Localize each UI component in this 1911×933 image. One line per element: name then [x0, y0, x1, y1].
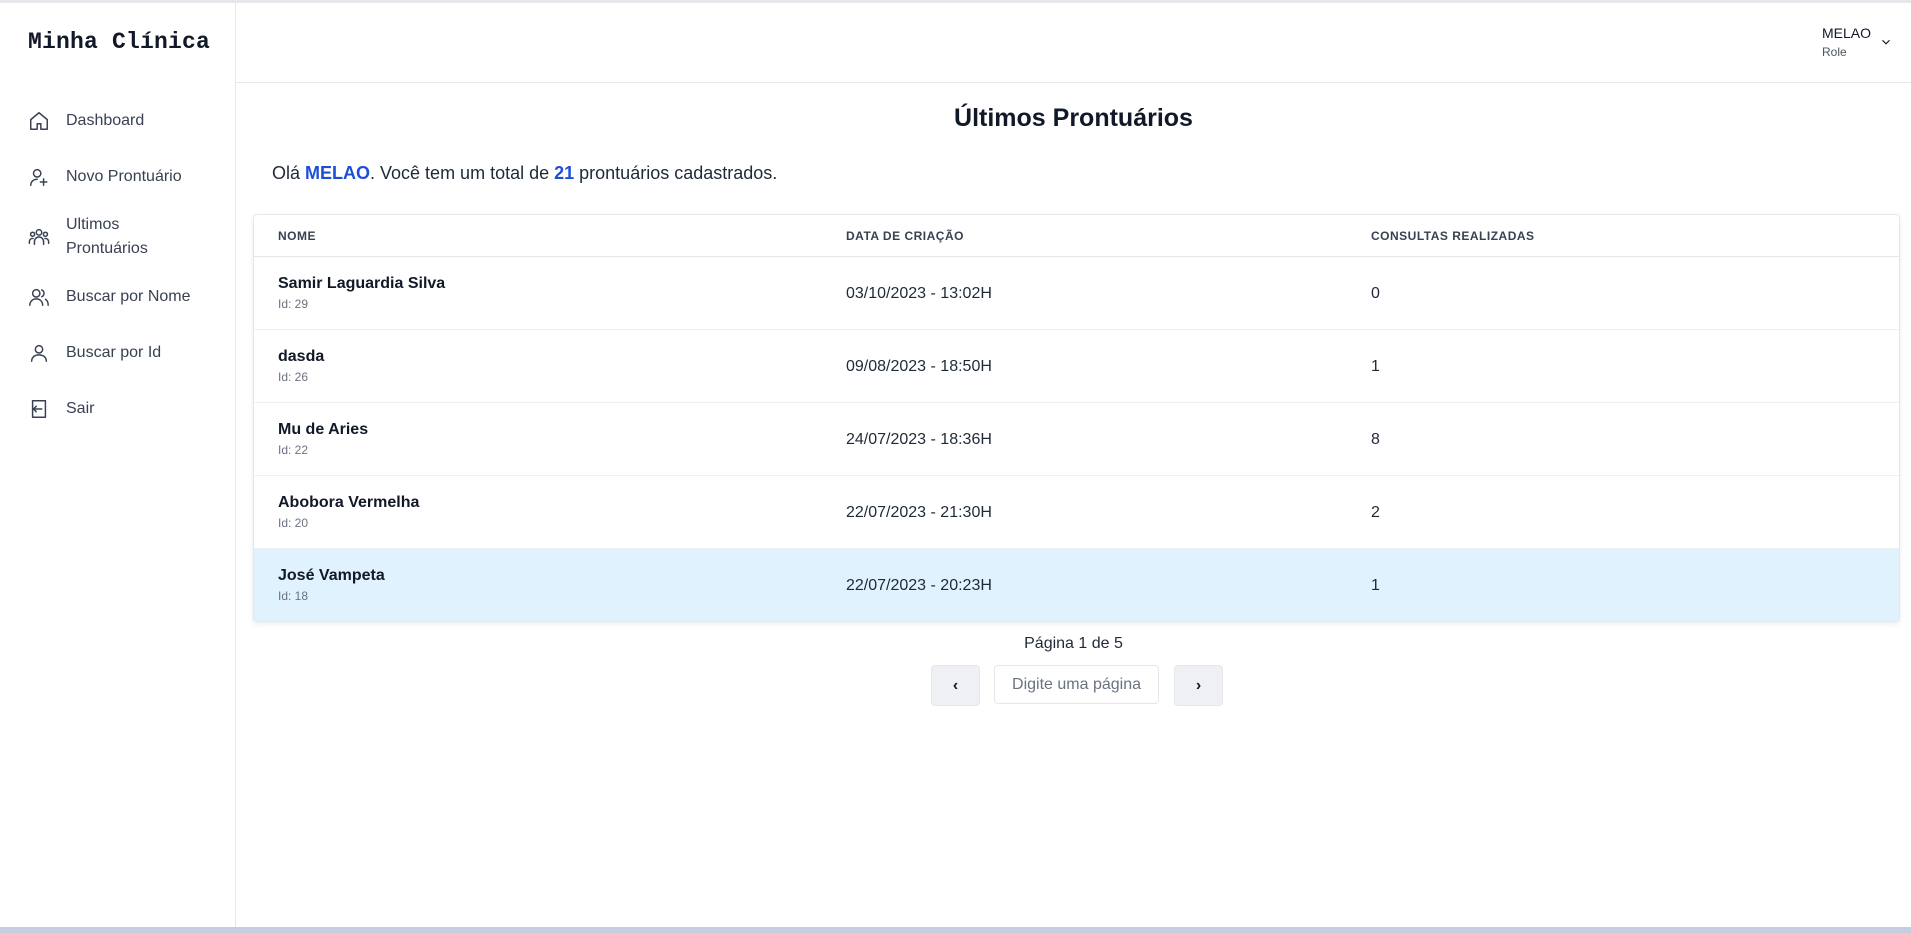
users-group-icon	[28, 226, 50, 248]
sidebar-item-label: Sair	[66, 400, 95, 417]
logout-icon	[28, 398, 50, 420]
table-header: NOME DATA DE CRIAÇÃO CONSULTAS REALIZADA…	[254, 215, 1899, 257]
prev-page-button[interactable]: ‹	[931, 665, 980, 706]
consultations-count: 8	[1371, 431, 1380, 448]
name-cell: Mu de Aries Id: 22	[278, 421, 368, 457]
patient-id: Id: 18	[278, 589, 309, 603]
patient-name: Mu de Aries	[278, 421, 369, 438]
patient-id: Id: 20	[278, 516, 309, 530]
user-icon	[28, 342, 50, 364]
sidebar-item-ultimos-prontuarios[interactable]: Ultimos Prontuários	[0, 205, 235, 269]
user-plus-icon	[28, 166, 50, 188]
name-cell: Abobora Vermelha Id: 20	[278, 494, 419, 530]
table-row[interactable]: Mu de Aries Id: 22 24/07/2023 - 18:36H 8	[254, 403, 1899, 476]
greeting-suffix: prontuários cadastrados.	[574, 163, 778, 183]
consultations-count: 0	[1371, 285, 1380, 302]
sidebar-item-label: Buscar por Id	[66, 344, 162, 361]
creation-date: 24/07/2023 - 18:36H	[846, 431, 992, 448]
chevron-right-icon: ›	[1195, 676, 1202, 694]
home-icon	[28, 110, 50, 132]
users-icon	[28, 286, 50, 308]
sidebar: Minha Clínica Dashboard Novo Prontuário …	[0, 3, 236, 927]
table-row[interactable]: Abobora Vermelha Id: 20 22/07/2023 - 21:…	[254, 476, 1899, 549]
page-number-input[interactable]	[994, 665, 1159, 704]
sidebar-item-buscar-por-id[interactable]: Buscar por Id	[0, 325, 235, 381]
patient-name: Samir Laguardia Silva	[278, 275, 446, 292]
patient-name: José Vampeta	[278, 567, 385, 584]
user-name: MELAO	[1821, 25, 1871, 41]
consultations-count: 1	[1371, 358, 1380, 375]
sidebar-item-label: Dashboard	[66, 112, 145, 129]
next-page-button[interactable]: ›	[1174, 665, 1223, 706]
patient-name: Abobora Vermelha	[278, 494, 420, 511]
greeting-prefix: Olá	[272, 163, 306, 183]
column-header-data: DATA DE CRIAÇÃO	[846, 229, 964, 243]
sidebar-item-sair[interactable]: Sair	[0, 381, 235, 437]
chevron-left-icon: ‹	[952, 676, 959, 694]
patient-id: Id: 22	[278, 443, 309, 457]
greeting-total: 21	[554, 163, 575, 183]
consultations-count: 2	[1371, 504, 1380, 521]
table-row-selected[interactable]: José Vampeta Id: 18 22/07/2023 - 20:23H …	[254, 549, 1899, 621]
greeting-middle: . Você tem um total de	[370, 163, 555, 183]
creation-date: 09/08/2023 - 18:50H	[846, 358, 992, 375]
column-header-nome: NOME	[278, 229, 316, 243]
creation-date: 22/07/2023 - 21:30H	[846, 504, 992, 521]
patient-id: Id: 29	[278, 297, 309, 311]
sidebar-item-dashboard[interactable]: Dashboard	[0, 93, 235, 149]
creation-date: 03/10/2023 - 13:02H	[846, 285, 992, 302]
greeting-text: Olá MELAO. Você tem um total de 21 pront…	[272, 163, 777, 184]
sidebar-item-label: Buscar por Nome	[66, 288, 191, 305]
sidebar-item-novo-prontuario[interactable]: Novo Prontuário	[0, 149, 235, 205]
user-role: Role	[1821, 45, 1847, 59]
name-cell: dasda Id: 26	[278, 348, 324, 384]
app-brand: Minha Clínica	[28, 29, 211, 55]
column-header-consultas: CONSULTAS REALIZADAS	[1371, 229, 1535, 243]
creation-date: 22/07/2023 - 20:23H	[846, 577, 992, 594]
name-cell: Samir Laguardia Silva Id: 29	[278, 275, 445, 311]
greeting-user: MELAO	[305, 163, 371, 183]
top-header: MELAO Role	[236, 3, 1911, 83]
consultations-count: 1	[1371, 577, 1380, 594]
name-cell: José Vampeta Id: 18	[278, 567, 385, 603]
patient-id: Id: 26	[278, 370, 309, 384]
sidebar-item-buscar-por-nome[interactable]: Buscar por Nome	[0, 269, 235, 325]
table-row[interactable]: dasda Id: 26 09/08/2023 - 18:50H 1	[254, 330, 1899, 403]
taskbar-strip	[0, 927, 1911, 933]
sidebar-item-label: Novo Prontuário	[66, 168, 182, 185]
user-menu[interactable]: MELAO Role	[1821, 25, 1890, 59]
sidebar-nav: Dashboard Novo Prontuário Ultimos Prontu…	[0, 93, 235, 437]
page-title: Últimos Prontuários	[954, 104, 1193, 132]
records-table: NOME DATA DE CRIAÇÃO CONSULTAS REALIZADA…	[253, 214, 1900, 622]
page-info: Página 1 de 5	[1024, 635, 1123, 652]
patient-name: dasda	[278, 348, 325, 365]
table-row[interactable]: Samir Laguardia Silva Id: 29 03/10/2023 …	[254, 257, 1899, 330]
chevron-down-icon	[1879, 35, 1893, 49]
sidebar-item-label: Ultimos Prontuários	[66, 216, 148, 257]
